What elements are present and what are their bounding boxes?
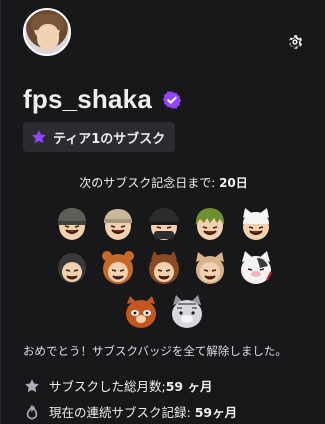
star-icon <box>32 130 46 144</box>
avatar-face <box>37 24 59 50</box>
settings-button[interactable] <box>285 32 305 52</box>
avatar[interactable] <box>23 8 71 56</box>
next-anniversary-label: 次のサブスク記念日まで: <box>79 176 220 190</box>
gear-icon <box>289 35 303 49</box>
tier-label: ティア1のサブスク <box>53 131 166 147</box>
subscription-card: fps_shaka ティア1のサブスク 次のサブスク記念日まで: 20日 おめで… <box>0 0 325 424</box>
bandana-badge[interactable] <box>99 204 137 242</box>
tier-badge: ティア1のサブスク <box>23 122 176 152</box>
total-months-stat: サブスクした総月数;59 ヶ月 <box>23 376 212 395</box>
verified-check-icon <box>162 91 182 108</box>
username[interactable]: fps_shaka <box>23 84 152 115</box>
total-months-label: サブスクした総月数; <box>49 379 166 394</box>
tabby-cat-badge[interactable] <box>168 292 206 330</box>
cat-ears-badge[interactable] <box>191 248 229 286</box>
badge-row-1 <box>1 204 325 242</box>
streak-value: 59ヶ月 <box>194 405 238 420</box>
bear-hood-badge[interactable] <box>99 248 137 286</box>
green-hair-badge[interactable] <box>191 204 229 242</box>
red-panda-badge[interactable] <box>122 292 160 330</box>
helmet-badge[interactable] <box>53 204 91 242</box>
star-icon <box>23 377 41 395</box>
combat-helmet-badge[interactable] <box>145 204 183 242</box>
total-months-value: 59 ヶ月 <box>165 379 213 394</box>
username-row: fps_shaka <box>23 84 182 115</box>
horse-hood-badge[interactable] <box>145 248 183 286</box>
badge-row-3 <box>1 292 325 330</box>
badge-row-2 <box>1 248 325 286</box>
all-badges-unlocked-message: おめでとう！サブスクバッジを全て解除しました。 <box>23 344 287 358</box>
next-anniversary-value: 20日 <box>219 176 248 190</box>
white-cat-ears-badge[interactable] <box>237 204 275 242</box>
next-anniversary: 次のサブスク記念日まで: 20日 <box>1 174 325 191</box>
calico-cat-badge[interactable] <box>237 248 275 286</box>
flame-icon <box>23 403 41 421</box>
badge-grid <box>1 204 325 336</box>
streak-stat: 現在の連続サブスク記録: 59ヶ月 <box>23 402 237 421</box>
streak-label: 現在の連続サブスク記録: <box>49 405 195 420</box>
gorilla-badge[interactable] <box>53 248 91 286</box>
